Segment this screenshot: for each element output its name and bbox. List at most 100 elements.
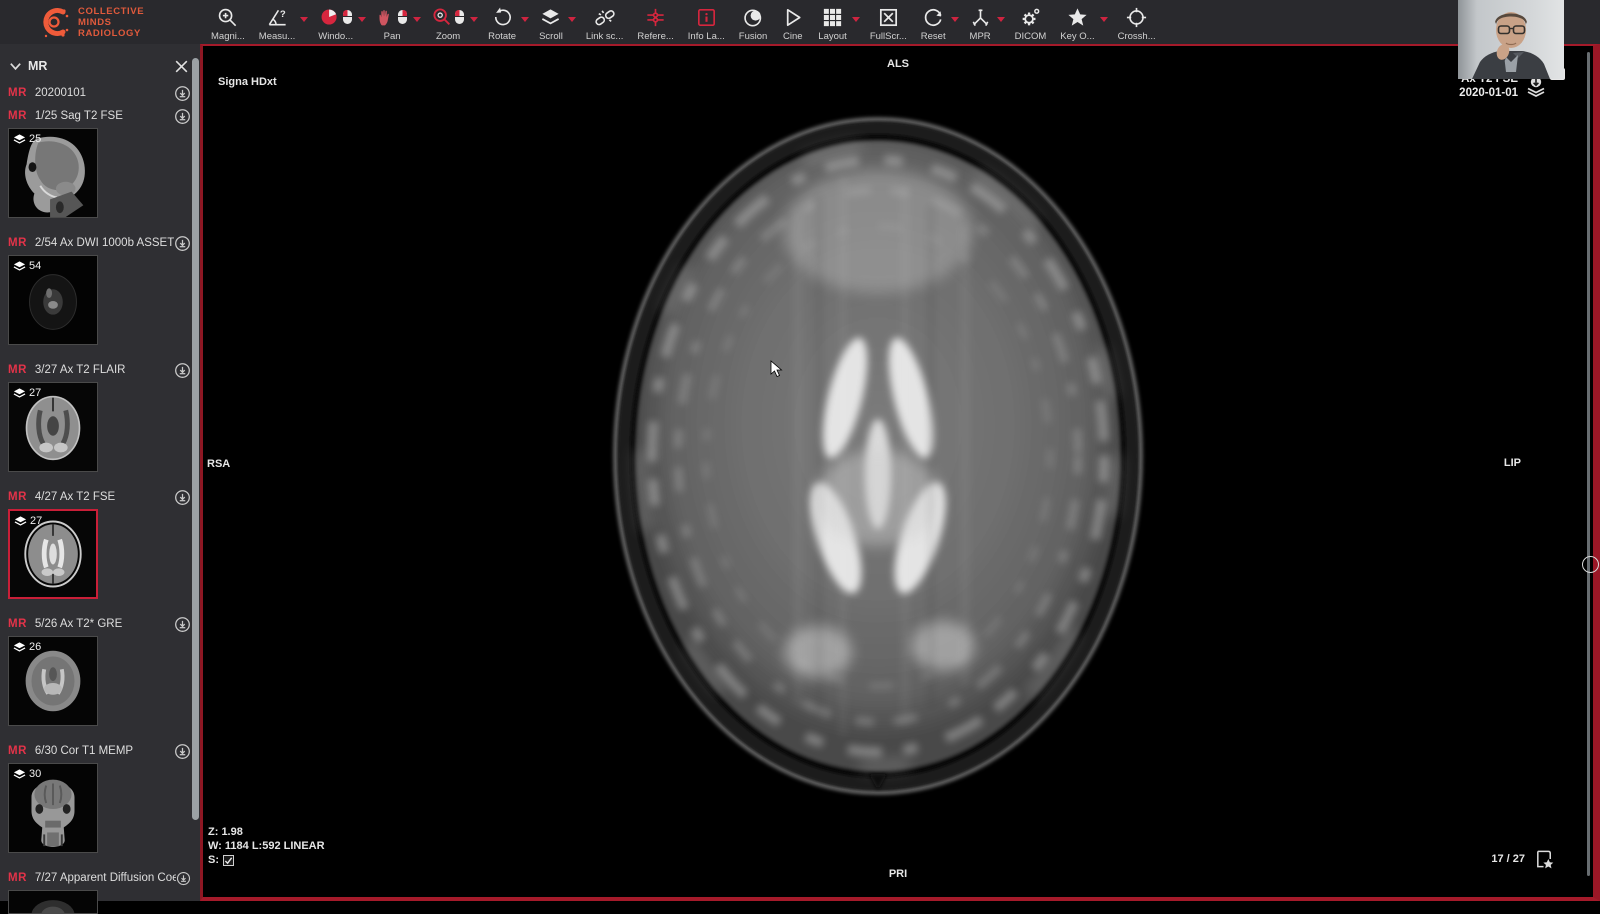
dropdown-arrow-icon[interactable]	[470, 17, 478, 22]
dropdown-arrow-icon[interactable]	[951, 17, 959, 22]
series-row[interactable]: MR 7/27 Apparent Diffusion Coeffi...	[0, 868, 200, 888]
series-label: 2/54 Ax DWI 1000b ASSET	[35, 237, 174, 249]
webcam-video-feed[interactable]	[1458, 0, 1564, 79]
brand-line-3: RADIOLOGY	[78, 28, 144, 39]
dropdown-arrow-icon[interactable]	[358, 17, 366, 22]
fullscreen-icon	[877, 6, 900, 29]
tool-cine[interactable]: Cine	[774, 2, 811, 42]
layers-icon	[14, 515, 27, 527]
tool-label: Magni...	[211, 31, 245, 42]
series-label: 6/30 Cor T1 MEMP	[35, 745, 133, 757]
slice-slider-track[interactable]	[1587, 52, 1590, 876]
tool-fullscreen[interactable]: FullScr...	[863, 2, 914, 42]
sync-row: S:	[208, 853, 325, 867]
series-thumbnail-ax-flair[interactable]: 27	[8, 382, 98, 472]
layer-count: 30	[13, 768, 41, 780]
chevron-down-icon[interactable]	[8, 59, 23, 74]
brand-logo: COLLECTIVE MINDS RADIOLOGY	[38, 5, 144, 39]
series-label: 7/27 Apparent Diffusion Coeffi...	[35, 872, 176, 884]
series-thumbnail-ax-dwi[interactable]: 54	[8, 255, 98, 345]
tool-label: FullScr...	[870, 31, 907, 42]
series-row[interactable]: MR 5/26 Ax T2* GRE	[0, 614, 200, 634]
sidebar-scrollbar[interactable]	[192, 58, 199, 820]
tool-label: Info La...	[688, 31, 725, 42]
dropdown-arrow-icon[interactable]	[521, 17, 529, 22]
tool-layout[interactable]: Layout	[811, 2, 854, 42]
series-row[interactable]: MR 2/54 Ax DWI 1000b ASSET	[0, 233, 200, 253]
tool-label: Windo...	[318, 31, 353, 42]
dropdown-arrow-icon[interactable]	[1100, 17, 1108, 22]
dropdown-arrow-icon[interactable]	[413, 17, 421, 22]
tool-label: Fusion	[739, 31, 768, 42]
tool-measure[interactable]: ? Measu...	[252, 2, 302, 42]
tool-link-scroll[interactable]: Link sc...	[579, 2, 631, 42]
tool-label: Refere...	[637, 31, 673, 42]
layers-icon	[13, 387, 26, 399]
download-icon[interactable]	[174, 108, 191, 125]
sidebar-title: MR	[28, 59, 47, 73]
modality-badge: MR	[8, 745, 27, 757]
series-row[interactable]: MR 3/27 Ax T2 FLAIR	[0, 360, 200, 380]
series-row[interactable]: MR 1/25 Sag T2 FSE	[0, 106, 200, 126]
slice-counter: 17 / 27	[1491, 853, 1525, 865]
series-label: 1/25 Sag T2 FSE	[35, 110, 123, 122]
tool-dicom[interactable]: DICOM	[1008, 2, 1054, 42]
tool-mpr[interactable]: MPR	[962, 2, 999, 42]
magnify-icon	[216, 6, 239, 29]
cine-play-icon	[781, 6, 804, 29]
image-viewport[interactable]: Signa HDxt ALS RSA LIP PRI Z: 1.98 W: 11…	[200, 44, 1600, 901]
series-thumbnail-cor-t1[interactable]: 30	[8, 763, 98, 853]
tool-reference-lines[interactable]: Refere...	[630, 2, 680, 42]
modality-badge: MR	[8, 618, 27, 630]
series-row[interactable]: MR 4/27 Ax T2 FSE	[0, 487, 200, 507]
download-icon[interactable]	[174, 489, 191, 506]
tool-zoom[interactable]: Zoom	[424, 2, 472, 42]
tool-rotate[interactable]: Rotate	[481, 2, 523, 42]
slice-slider-handle[interactable]	[1582, 556, 1599, 573]
series-thumbnail-adc-partial[interactable]	[8, 890, 98, 914]
key-image-bookmark-icon[interactable]	[1534, 848, 1555, 870]
link-scroll-icon	[593, 6, 617, 29]
orientation-top-label: ALS	[887, 58, 909, 70]
tool-reset[interactable]: Reset	[914, 2, 953, 42]
orientation-right-label: LIP	[1504, 457, 1521, 469]
dropdown-arrow-icon[interactable]	[568, 17, 576, 22]
download-icon[interactable]	[174, 743, 191, 760]
sync-checkbox[interactable]	[223, 855, 234, 866]
tool-key-image[interactable]: Key O...	[1053, 2, 1101, 42]
brand-line-2: MINDS	[78, 17, 144, 28]
tool-scroll[interactable]: Scroll	[532, 2, 570, 42]
study-row[interactable]: MR 20200101	[0, 80, 200, 106]
slice-counter-wrap: 17 / 27	[1491, 848, 1555, 870]
series-thumbnail-ax-gre[interactable]: 26	[8, 636, 98, 726]
sync-label: S:	[208, 854, 219, 866]
download-icon[interactable]	[174, 616, 191, 633]
dropdown-arrow-icon[interactable]	[300, 17, 308, 22]
tool-info-labels[interactable]: Info La...	[681, 2, 732, 42]
tool-magnify[interactable]: Magni...	[204, 2, 252, 42]
brand-line-1: COLLECTIVE	[78, 6, 144, 17]
sidebar-header: MR	[0, 52, 200, 80]
series-thumbnail-sag-t2[interactable]: 25	[8, 128, 98, 218]
close-icon[interactable]	[173, 58, 190, 75]
tool-fusion[interactable]: Fusion	[732, 2, 775, 42]
tool-pan[interactable]: Pan	[369, 2, 415, 42]
download-icon[interactable]	[176, 871, 191, 886]
adc-thumb-partial-image	[9, 891, 97, 913]
series-thumbnail-ax-t2-selected[interactable]: 27	[8, 509, 98, 599]
pan-hand-icon	[376, 6, 396, 28]
mpr-axes-icon	[969, 6, 992, 29]
layout-grid-icon	[821, 6, 844, 29]
tool-label: MPR	[970, 31, 991, 42]
axial-t2-brain-image[interactable]	[203, 46, 1593, 897]
layer-count: 25	[13, 133, 41, 145]
series-row[interactable]: MR 6/30 Cor T1 MEMP	[0, 741, 200, 761]
tool-window[interactable]: Windo...	[311, 2, 360, 42]
download-icon[interactable]	[174, 85, 191, 102]
download-icon[interactable]	[174, 235, 191, 252]
tool-crosshair[interactable]: Crossh...	[1111, 2, 1163, 42]
download-icon[interactable]	[174, 362, 191, 379]
tool-label: Pan	[384, 31, 401, 42]
dropdown-arrow-icon[interactable]	[997, 17, 1005, 22]
dropdown-arrow-icon[interactable]	[852, 17, 860, 22]
